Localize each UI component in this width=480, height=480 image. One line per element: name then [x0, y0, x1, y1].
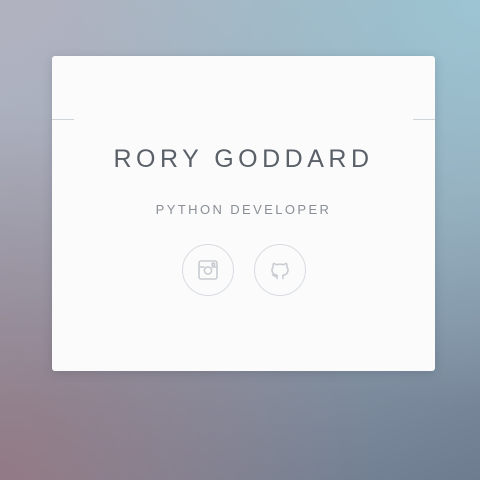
instagram-button[interactable] — [181, 244, 234, 296]
divider-right — [413, 119, 435, 120]
github-button[interactable] — [253, 244, 306, 296]
social-links — [52, 244, 435, 296]
profile-card: RORY GODDARD PYTHON DEVELOPER — [52, 56, 435, 371]
divider-left — [52, 119, 74, 120]
profile-role: PYTHON DEVELOPER — [155, 202, 332, 217]
github-icon — [270, 262, 289, 280]
instagram-icon — [197, 260, 218, 280]
profile-name: RORY GODDARD — [113, 145, 374, 173]
